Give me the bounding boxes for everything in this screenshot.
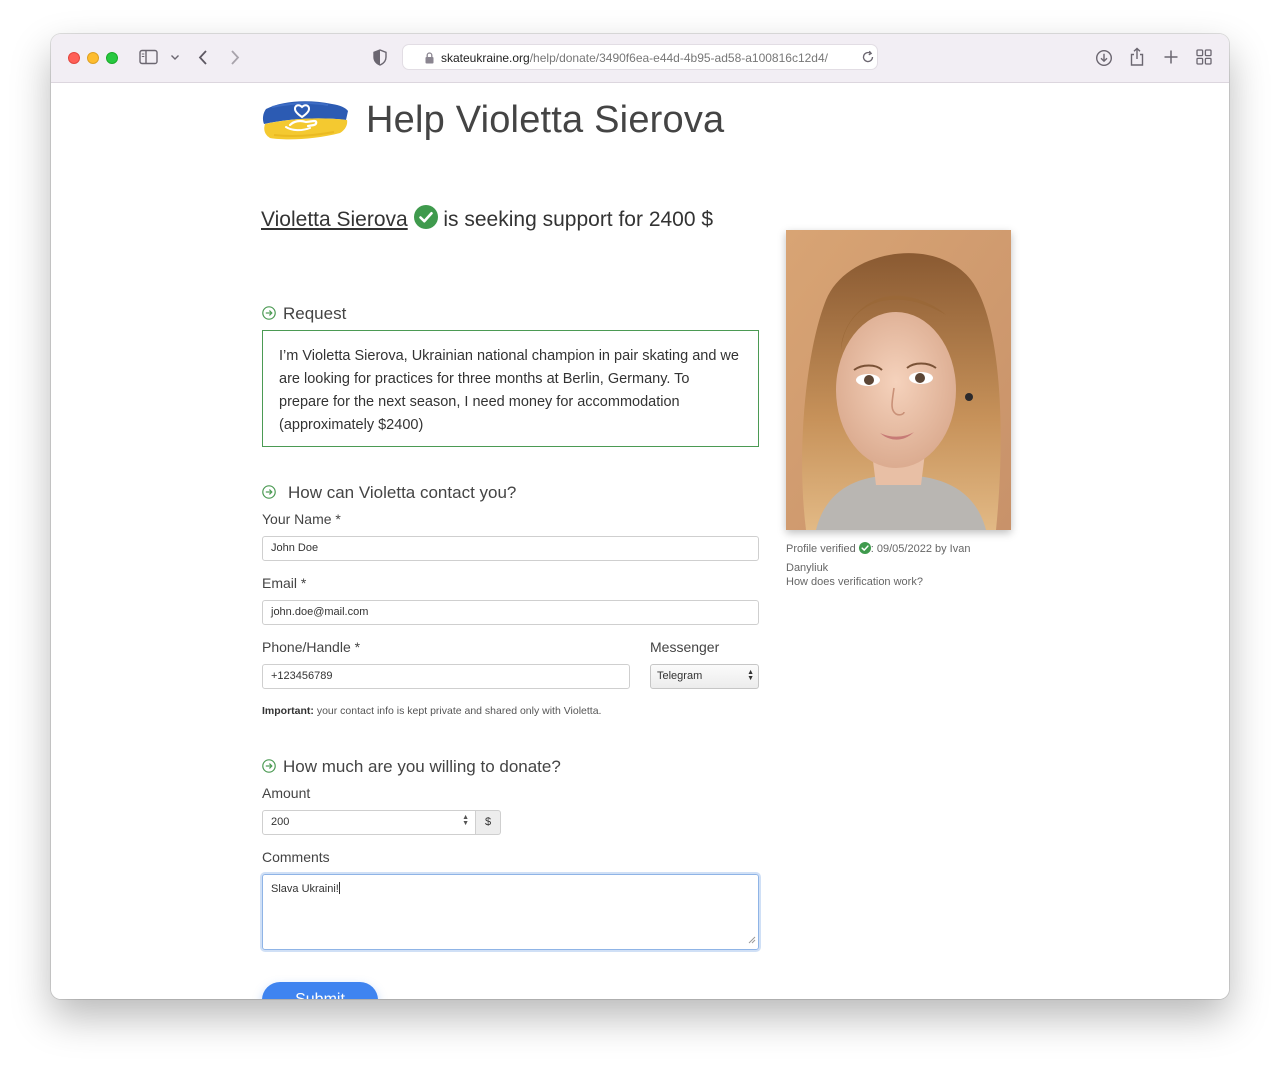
comments-label: Comments <box>262 849 330 865</box>
comments-textarea[interactable]: Slava Ukraini! <box>262 874 759 950</box>
donate-heading: How much are you willing to donate? <box>262 757 561 778</box>
amount-value: 200 <box>271 816 290 828</box>
share-icon[interactable] <box>1129 47 1145 67</box>
minimize-window-button[interactable] <box>87 52 99 64</box>
number-stepper-icon[interactable]: ▲ ▼ <box>462 814 469 827</box>
amount-label: Amount <box>262 785 311 801</box>
circle-arrow-icon <box>262 305 276 325</box>
close-window-button[interactable] <box>68 52 80 64</box>
email-label: Email * <box>262 575 307 591</box>
select-arrows-icon: ▲ ▼ <box>747 669 754 682</box>
privacy-note: Important: your contact info is kept pri… <box>262 705 602 717</box>
messenger-select[interactable]: Telegram ▲ ▼ <box>650 664 759 689</box>
verified-check-icon <box>413 205 438 235</box>
address-bar[interactable]: skateukraine.org/help/donate/3490f6ea-e4… <box>402 44 878 70</box>
sidebar-icon[interactable] <box>139 49 159 65</box>
browser-toolbar: skateukraine.org/help/donate/3490f6ea-e4… <box>51 34 1229 83</box>
back-icon[interactable] <box>197 49 209 66</box>
url-text: skateukraine.org/help/donate/3490f6ea-e4… <box>441 51 828 65</box>
chevron-down-icon[interactable] <box>170 54 180 61</box>
phone-input[interactable]: +123456789 <box>262 664 630 689</box>
forward-icon[interactable] <box>229 49 241 66</box>
page-content: Help Violetta Sierova Violetta Sierova i… <box>51 83 1229 999</box>
comments-value: Slava Ukraini! <box>271 883 339 895</box>
currency-addon: $ <box>476 810 501 835</box>
lock-icon <box>425 51 434 69</box>
site-logo[interactable] <box>262 95 350 145</box>
request-heading: Request <box>262 304 346 325</box>
athlete-name-link[interactable]: Violetta Sierova <box>261 208 408 231</box>
email-input[interactable]: john.doe@mail.com <box>262 600 759 625</box>
profile-verified-text: Profile verified : 09/05/2022 by Ivan Da… <box>786 542 971 574</box>
text-caret <box>338 882 340 894</box>
amount-input[interactable]: 200 ▲ ▼ <box>262 810 476 835</box>
contact-heading: How can Violetta contact you? <box>262 483 516 504</box>
verification-help-link[interactable]: How does verification work? <box>786 576 923 588</box>
downloads-icon[interactable] <box>1095 49 1113 67</box>
zoom-window-button[interactable] <box>106 52 118 64</box>
privacy-shield-icon[interactable] <box>373 49 387 66</box>
page-title: Help Violetta Sierova <box>366 99 725 141</box>
seeking-support-headline: Violetta Sierova is seeking support for … <box>261 205 713 235</box>
resize-grip-icon[interactable] <box>748 935 756 947</box>
circle-arrow-icon <box>262 484 276 504</box>
request-text: I’m Violetta Sierova, Ukrainian national… <box>262 330 759 447</box>
tab-overview-icon[interactable] <box>1196 49 1212 65</box>
submit-button[interactable]: Submit <box>262 982 378 999</box>
athlete-photo <box>786 230 1011 530</box>
messenger-selected-value: Telegram <box>657 670 703 682</box>
name-label: Your Name * <box>262 511 341 527</box>
verified-check-icon <box>858 542 871 560</box>
name-input[interactable]: John Doe <box>262 536 759 561</box>
browser-window: skateukraine.org/help/donate/3490f6ea-e4… <box>51 34 1229 999</box>
reload-icon[interactable] <box>861 50 875 69</box>
new-tab-icon[interactable] <box>1163 49 1179 65</box>
phone-label: Phone/Handle * <box>262 639 361 655</box>
headline-text: is seeking support for 2400 $ <box>437 208 714 231</box>
circle-arrow-icon <box>262 758 276 778</box>
messenger-label: Messenger <box>650 639 720 655</box>
